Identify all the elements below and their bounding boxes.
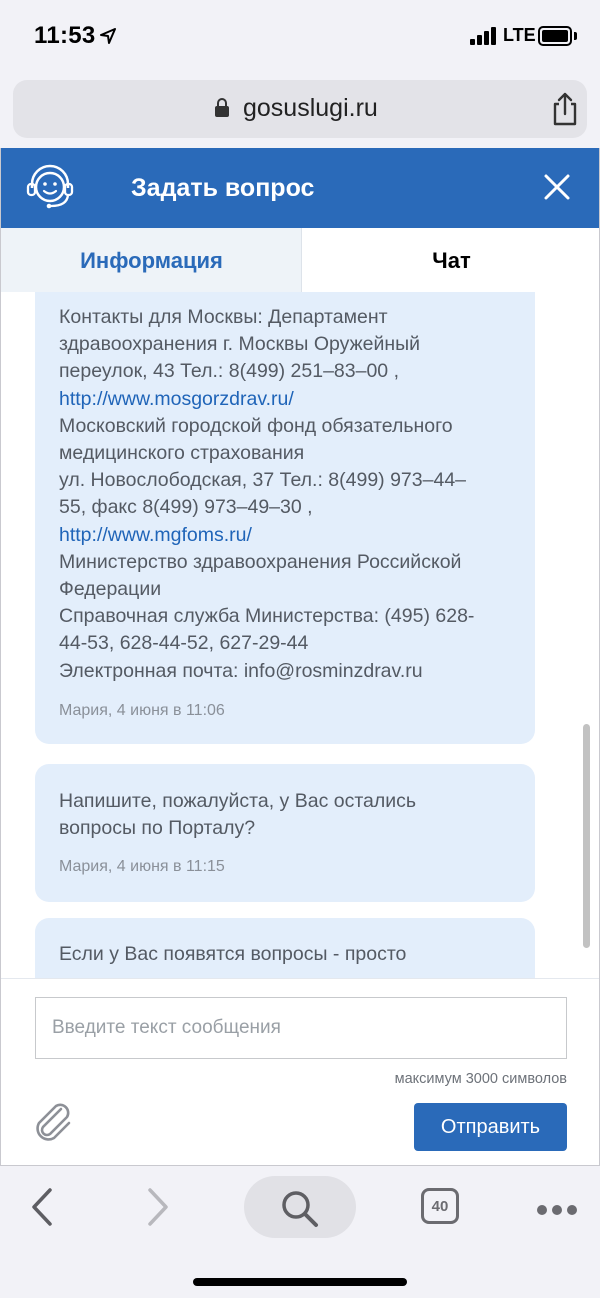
chat-tabs: Информация Чат xyxy=(1,228,599,292)
close-icon[interactable] xyxy=(542,172,572,202)
message-line: Министерство здравоохранения Российской xyxy=(59,550,462,573)
status-bar: 11:53 LTE xyxy=(0,0,600,72)
message-line: Федерации xyxy=(59,578,162,601)
message-line: здравоохранения г. Москвы Оружейный xyxy=(59,333,421,356)
message-input[interactable] xyxy=(35,997,567,1059)
tab-chat[interactable]: Чат xyxy=(302,228,599,292)
message-line: вопросы по Порталу? xyxy=(59,817,256,840)
message-line: переулок, 43 Тел.: 8(499) 251–83–00 , xyxy=(59,360,399,383)
mosgorzdrav-link[interactable]: http://www.mosgorzdrav.ru/ xyxy=(59,386,519,413)
scrollbar-thumb[interactable] xyxy=(583,724,590,948)
mgfoms-link[interactable]: http://www.mgfoms.ru/ xyxy=(59,522,519,549)
message-line: 55, факс 8(499) 973–49–30 , xyxy=(59,496,313,519)
max-chars-note: максимум 3000 символов xyxy=(394,1071,567,1087)
battery-tip xyxy=(574,32,577,40)
search-button[interactable] xyxy=(244,1176,356,1238)
chat-widget: Задать вопрос Информация Чат Контакты дл… xyxy=(0,148,600,1166)
more-options-icon[interactable] xyxy=(537,1202,582,1220)
battery-icon xyxy=(538,26,572,46)
message-line: медицинского страхования xyxy=(59,442,305,465)
chat-header: Задать вопрос xyxy=(1,148,599,228)
send-button[interactable]: Отправить xyxy=(414,1103,567,1151)
message-text: Контакты для Москвы: Департамент здравоо… xyxy=(59,304,519,685)
address-bar[interactable]: gosuslugi.ru xyxy=(13,80,587,138)
message-text: Напишите, пожалуйста, у Вас остались воп… xyxy=(59,788,519,842)
message-line: ул. Новослободская, 37 Тел.: 8(499) 973–… xyxy=(59,469,467,492)
message-line: Московский городской фонд обязательного xyxy=(59,414,453,437)
support-agent-icon xyxy=(26,164,74,209)
message-line: 44-53, 628-44-52, 627-29-44 xyxy=(59,632,309,655)
paperclip-icon[interactable] xyxy=(31,1099,75,1143)
message-text: Если у Вас появятся вопросы - просто xyxy=(59,941,519,968)
network-type: LTE xyxy=(503,25,536,45)
message-line: Контакты для Москвы: Департамент xyxy=(59,306,388,328)
message-composer: максимум 3000 символов Отправить xyxy=(1,978,599,1165)
message-list[interactable]: Контакты для Москвы: Департамент здравоо… xyxy=(1,292,599,978)
back-icon[interactable] xyxy=(30,1188,54,1226)
search-icon xyxy=(282,1191,318,1227)
message-bubble: Напишите, пожалуйста, у Вас остались воп… xyxy=(35,764,535,902)
tab-count: 40 xyxy=(431,1198,449,1215)
browser-toolbar: 40 xyxy=(0,1166,600,1298)
lock-icon xyxy=(215,98,229,117)
forward-icon[interactable] xyxy=(146,1188,170,1226)
tab-chat-label: Чат xyxy=(432,248,471,273)
home-indicator xyxy=(193,1278,407,1286)
chat-scrollbar[interactable] xyxy=(583,292,590,978)
tab-information[interactable]: Информация xyxy=(1,228,302,292)
message-line: Если у Вас появятся вопросы - просто xyxy=(59,943,407,965)
chat-title: Задать вопрос xyxy=(131,174,315,202)
location-arrow-icon xyxy=(100,28,116,44)
message-bubble: Если у Вас появятся вопросы - просто xyxy=(35,918,535,978)
url-text: gosuslugi.ru xyxy=(243,94,378,122)
tabs-button[interactable]: 40 xyxy=(421,1188,459,1224)
cellular-signal-icon xyxy=(470,27,498,45)
message-meta: Мария, 4 июня в 11:06 xyxy=(59,702,225,719)
message-line: Справочная служба Министерства: (495) 62… xyxy=(59,605,475,628)
message-bubble: Контакты для Москвы: Департамент здравоо… xyxy=(35,292,535,744)
message-meta: Мария, 4 июня в 11:15 xyxy=(59,858,225,875)
tab-information-label: Информация xyxy=(80,248,223,273)
share-icon[interactable] xyxy=(550,92,580,126)
status-time: 11:53 xyxy=(34,22,96,49)
message-line: Электронная почта: info@rosminzdrav.ru xyxy=(59,659,423,682)
message-line: Напишите, пожалуйста, у Вас остались xyxy=(59,790,417,812)
